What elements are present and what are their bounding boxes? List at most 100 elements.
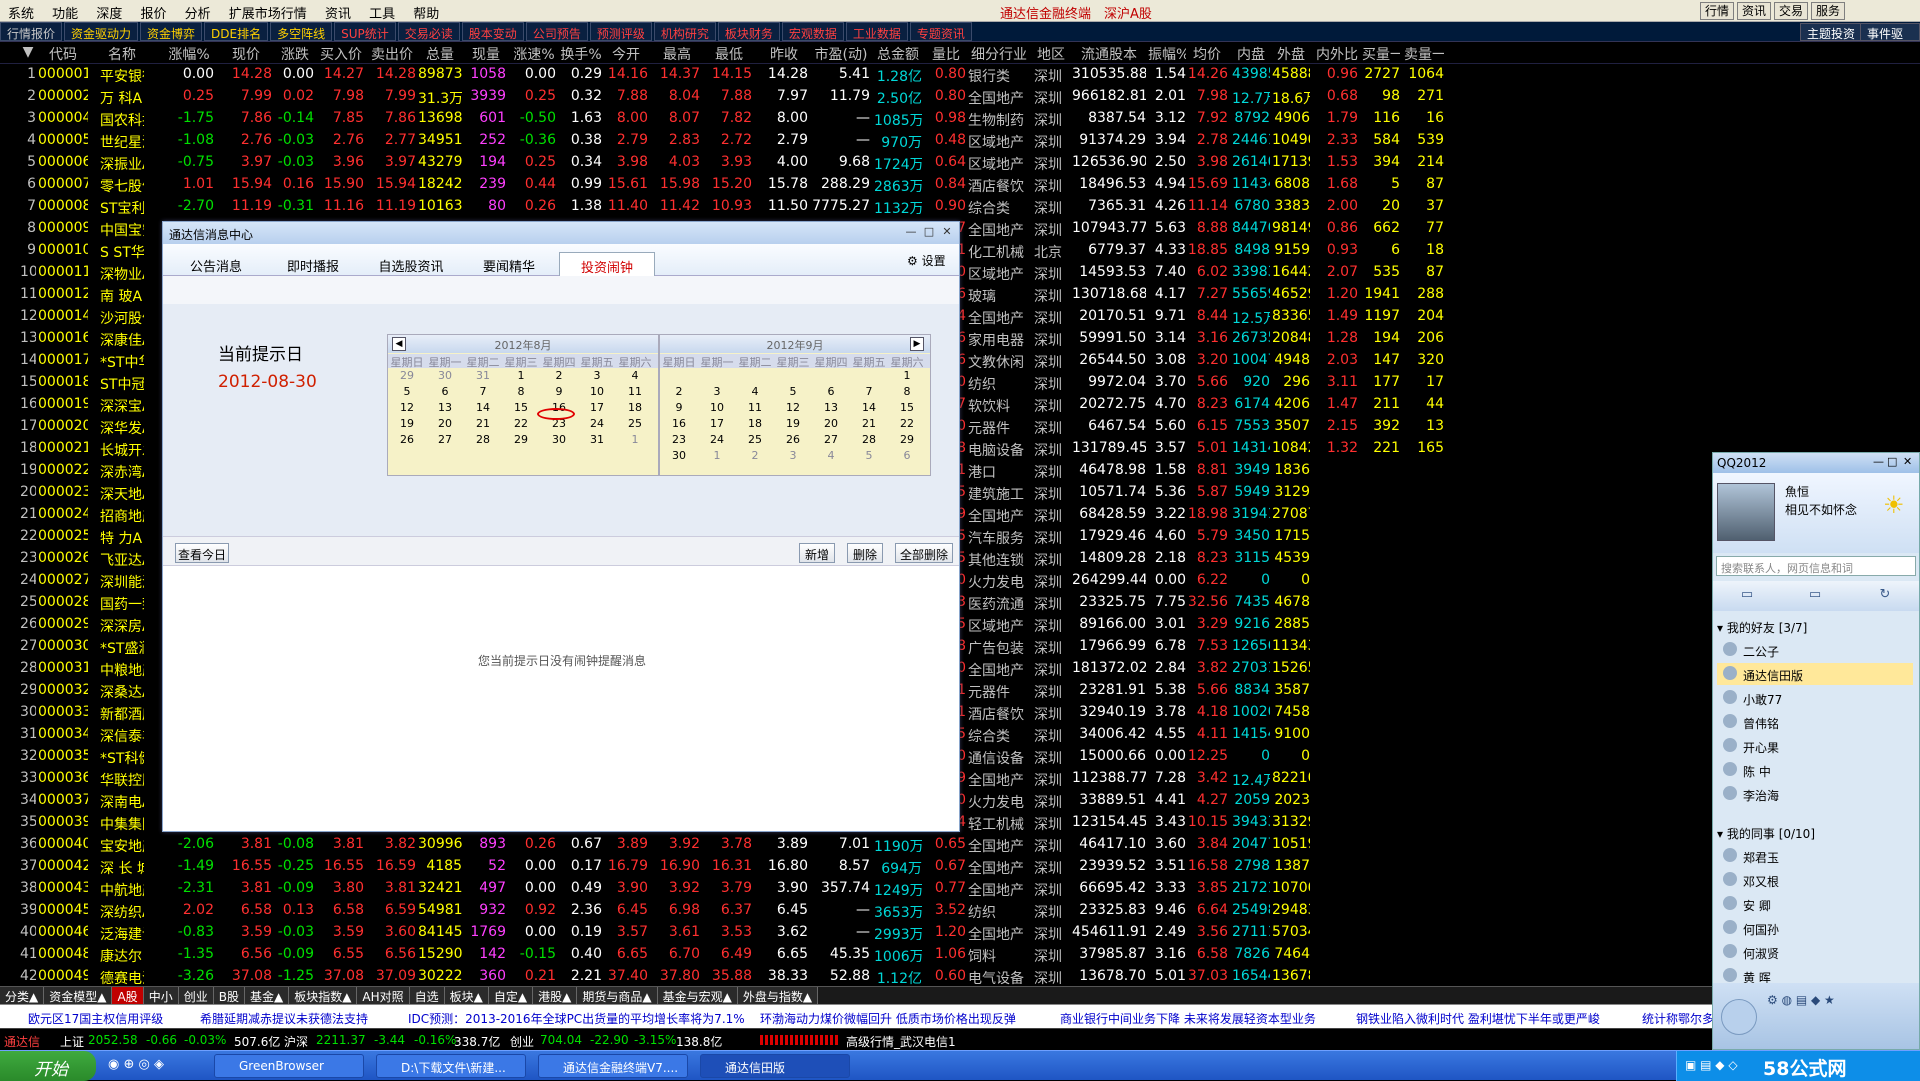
- calendar-day[interactable]: 1: [502, 369, 540, 383]
- calendar-day[interactable]: 20: [812, 417, 850, 431]
- bottom-tab-funds-macro[interactable]: 基金与宏观▲: [657, 987, 738, 1004]
- tab-event-driven[interactable]: 事件驱动: [1860, 23, 1920, 58]
- table-row[interactable]: 38000043中航地产-2.313.81-0.093.803.81324214…: [0, 878, 1920, 900]
- tab-capital-change[interactable]: 股本变动: [461, 22, 524, 41]
- ticker-item[interactable]: IDC预测：2013-2016年全球PC出货量的平均增长率将为7.1%: [408, 1010, 745, 1027]
- bottom-tab-capital-model[interactable]: 资金模型▲: [44, 987, 113, 1004]
- add-alarm-button[interactable]: 新增: [799, 543, 835, 563]
- table-row[interactable]: 1000001平安银行0.0014.280.0014.2714.28898731…: [0, 64, 1920, 86]
- next-month-icon[interactable]: ▶: [910, 337, 924, 351]
- calendar-day[interactable]: 10: [698, 401, 736, 415]
- top-button-info[interactable]: 资讯: [1737, 2, 1771, 20]
- column-header[interactable]: 卖量一: [1404, 44, 1444, 64]
- avatar[interactable]: [1717, 483, 1775, 541]
- calendar-day[interactable]: 14: [464, 401, 502, 415]
- column-menu-icon[interactable]: ▼: [20, 44, 36, 60]
- column-header[interactable]: 量比: [926, 44, 966, 64]
- tab-industry-data[interactable]: 工业数据: [845, 22, 908, 41]
- calendar-day[interactable]: 30: [426, 369, 464, 383]
- bottom-tab-custom[interactable]: 自定▲: [488, 987, 534, 1004]
- column-header[interactable]: 涨速%: [512, 44, 556, 64]
- calendar-day[interactable]: 28: [850, 433, 888, 447]
- table-row[interactable]: 3000004国农科技-1.757.86-0.147.857.861369860…: [0, 108, 1920, 130]
- tab-special-info[interactable]: 专题资讯: [909, 22, 972, 41]
- calendar-day[interactable]: 7: [850, 385, 888, 399]
- table-row[interactable]: 4000005 世纪星源 -1.08 2.76 -0.03 2.76 2.7734951 25…: [0, 130, 1920, 152]
- bottom-tab-gem[interactable]: 创业: [178, 987, 214, 1004]
- friend-item[interactable]: 何淑贤: [1717, 941, 1913, 963]
- bottom-tab-sector-index[interactable]: 板块指数▲: [289, 987, 358, 1004]
- column-header[interactable]: 卖出价: [368, 44, 416, 64]
- calendar-day[interactable]: 24: [578, 417, 616, 431]
- column-header[interactable]: 均价: [1186, 44, 1228, 64]
- ticker-item[interactable]: 统计称鄂尔多: [1642, 1010, 1714, 1027]
- calendar-day[interactable]: 12: [774, 401, 812, 415]
- column-header[interactable]: 今开: [604, 44, 648, 64]
- friend-item[interactable]: 李治海: [1717, 783, 1913, 805]
- tray-icons[interactable]: ▣ ▤ ◆ ◇: [1685, 1058, 1738, 1072]
- bottom-tab-ah-compare[interactable]: AH对照: [357, 987, 410, 1004]
- ticker-item[interactable]: 欧元区17国主权信用评级: [28, 1010, 163, 1027]
- calendar-day[interactable]: 16: [660, 417, 698, 431]
- qq-search-input[interactable]: 搜索联系人，网页信息和词: [1716, 556, 1916, 576]
- calendar-day[interactable]: 29: [502, 433, 540, 447]
- tab-headlines[interactable]: 要闻精华: [463, 252, 555, 276]
- bottom-tab-hk[interactable]: 港股▲: [533, 987, 578, 1004]
- view-today-button[interactable]: 查看今日: [175, 543, 229, 563]
- column-header[interactable]: 流通股本: [1072, 44, 1146, 64]
- calendar-day[interactable]: 15: [502, 401, 540, 415]
- tab-capital-driving[interactable]: 资金驱动力: [64, 22, 139, 41]
- calendar-day[interactable]: 18: [616, 401, 654, 415]
- sh-index-label[interactable]: 上证: [60, 1033, 84, 1050]
- calendar-day[interactable]: 4: [616, 369, 654, 383]
- column-header[interactable]: 最低: [706, 44, 752, 64]
- table-row[interactable]: 37 000042 深 长 城 -1.49 16.55 -0.25 16.55 16.59 41…: [0, 856, 1920, 878]
- calendar-day[interactable]: 19: [388, 417, 426, 431]
- calendar-day[interactable]: 17: [698, 417, 736, 431]
- tab-dde-rank[interactable]: DDE排名: [204, 22, 269, 41]
- table-row[interactable]: 40000046 泛海建设 -0.83 3.59 -0.03 3.59 3.6084145 1…: [0, 922, 1920, 944]
- calendar-day[interactable]: 7: [464, 385, 502, 399]
- tab-capital-game[interactable]: 资金博弈: [140, 22, 203, 41]
- calendar-day[interactable]: 8: [888, 385, 926, 399]
- bottom-tab-funds[interactable]: 基金▲: [244, 987, 290, 1004]
- friend-item[interactable]: 开心果: [1717, 735, 1913, 757]
- friend-item[interactable]: 通达信田版: [1717, 663, 1913, 685]
- bottom-tab-sme[interactable]: 中小: [143, 987, 179, 1004]
- calendar-day[interactable]: 5: [388, 385, 426, 399]
- friend-item[interactable]: 安 卿: [1717, 893, 1913, 915]
- tab-sup-stats[interactable]: SUP统计: [334, 22, 396, 41]
- calendar-day[interactable]: 6: [426, 385, 464, 399]
- calendar-day[interactable]: 30: [540, 433, 578, 447]
- column-header[interactable]: 买入价: [318, 44, 364, 64]
- calendar-day[interactable]: 12: [388, 401, 426, 415]
- tab-institution-research[interactable]: 机构研究: [653, 22, 716, 41]
- column-header[interactable]: 振幅%: [1148, 44, 1186, 64]
- tab-theme-investment[interactable]: 主题投资: [1800, 23, 1863, 41]
- friend-item[interactable]: 二公子: [1717, 639, 1913, 661]
- column-header[interactable]: 地区: [1034, 44, 1068, 64]
- calendar-day[interactable]: 8: [502, 385, 540, 399]
- table-row[interactable]: 7000008ST宝利来-2.7011.19-0.3111.1611.19101…: [0, 196, 1920, 218]
- calendar-day[interactable]: 2: [540, 369, 578, 383]
- calendar-day[interactable]: 24: [698, 433, 736, 447]
- table-row[interactable]: 39000045 深纺织A 2.02 6.58 0.13 6.58 6.5954981 932…: [0, 900, 1920, 922]
- taskbar-greenbrowser[interactable]: GreenBrowser: [214, 1054, 364, 1078]
- column-header[interactable]: 总金额: [874, 44, 922, 64]
- delete-alarm-button[interactable]: 删除: [847, 543, 883, 563]
- calendar-day[interactable]: 29: [888, 433, 926, 447]
- column-header[interactable]: 昨收: [760, 44, 808, 64]
- friend-item[interactable]: 何国孙: [1717, 917, 1913, 939]
- bottom-tab-a-shares[interactable]: A股: [112, 987, 144, 1004]
- qq-close-icon[interactable]: ✕: [1903, 455, 1912, 468]
- table-row[interactable]: 2 000002 万 科A 0.25 7.99 0.02 7.98 7.99 31.3万 3939…: [0, 86, 1920, 108]
- calendar-day[interactable]: 6: [812, 385, 850, 399]
- ticker-item[interactable]: 希腊延期减赤提议未获德法支持: [200, 1010, 368, 1027]
- column-header[interactable]: 现价: [220, 44, 272, 64]
- calendar-day[interactable]: 1: [888, 369, 926, 383]
- taskbar-explorer[interactable]: D:\下载文件\新建...: [376, 1054, 526, 1078]
- taskbar-tdx-terminal[interactable]: 通达信金融终端V7....: [538, 1054, 688, 1078]
- calendar-day[interactable]: 2: [660, 385, 698, 399]
- calendar-day[interactable]: 15: [888, 401, 926, 415]
- calendar-day[interactable]: 4: [736, 385, 774, 399]
